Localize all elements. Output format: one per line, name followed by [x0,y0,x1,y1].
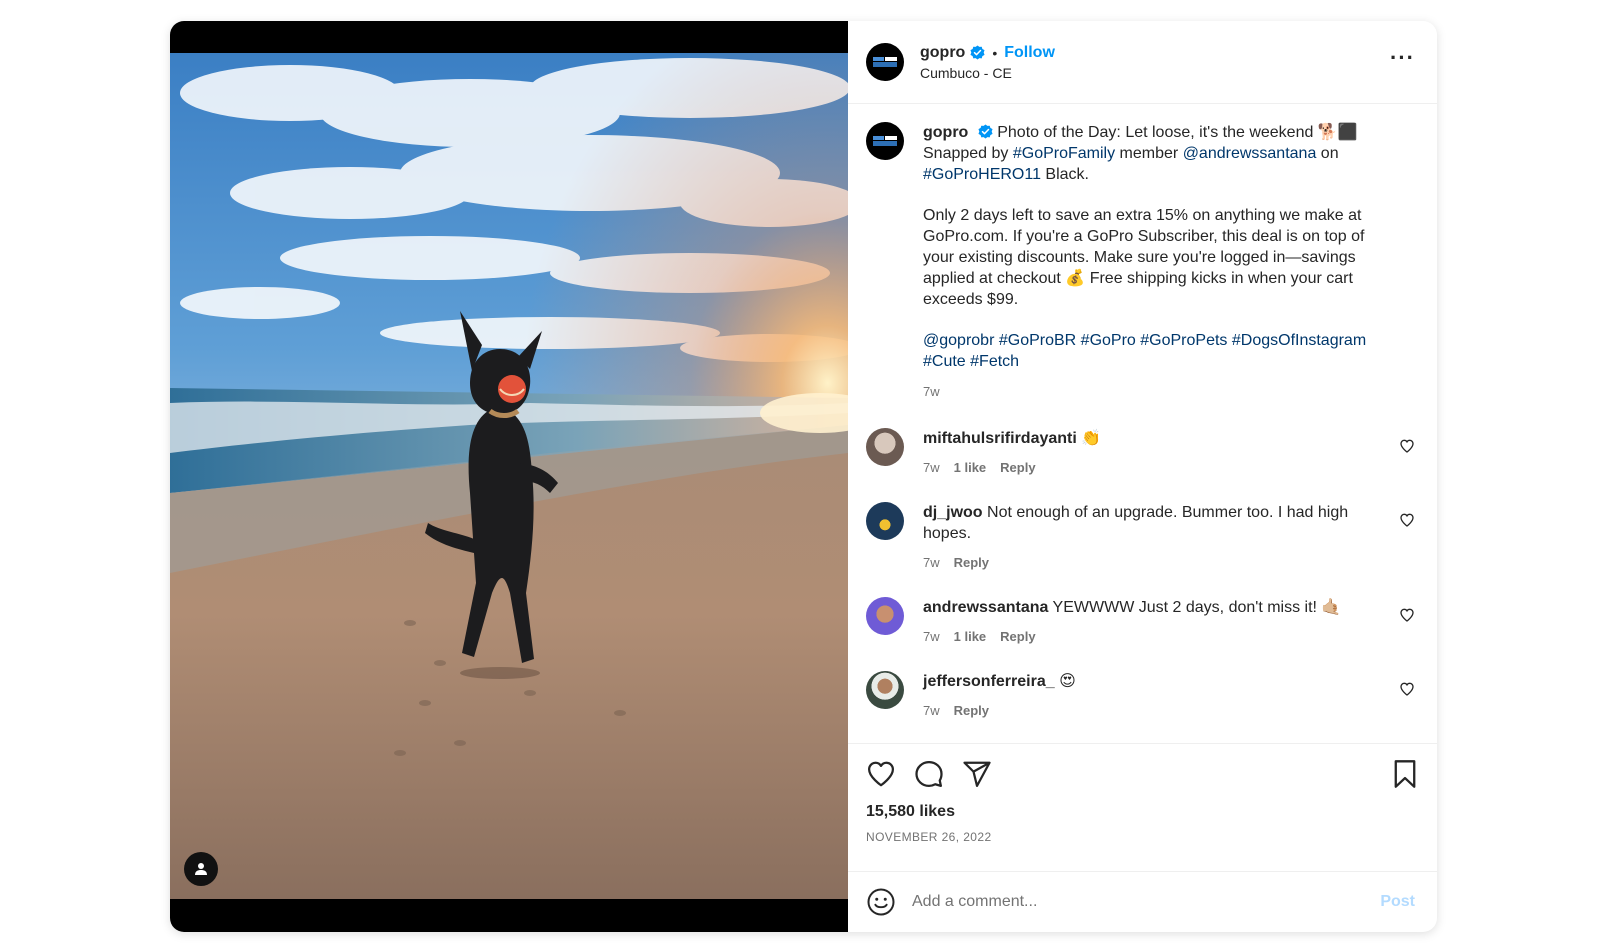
caption-text: member [1115,145,1183,162]
comment-meta: 7w 1 like Reply [923,626,1373,647]
caption-username[interactable]: gopro [923,124,968,141]
hashtag-link[interactable]: #GoPro [1081,332,1136,349]
comment-meta: 7w Reply [923,552,1373,573]
commenter-avatar[interactable] [866,428,904,466]
caption-line-1: Photo of the Day: Let loose, it's the we… [997,124,1358,141]
post-photo[interactable] [170,53,848,899]
reply-button[interactable]: Reply [954,552,989,573]
post-actions: 15,580 likes NOVEMBER 26, 2022 [848,743,1437,871]
verified-badge-icon [978,124,993,139]
post-media [170,21,848,932]
gopro-logo-icon [872,135,898,147]
comment-item: miftahulsrifirdayanti 👏 7w 1 like Reply [866,428,1419,478]
comment-text: YEWWWW Just 2 days, don't miss it! 🤙🏼 [1052,599,1342,616]
comment-heart-icon[interactable] [1399,607,1415,623]
caption-text: Snapped by [923,145,1013,162]
caption-time[interactable]: 7w [923,381,1391,402]
commenter-username[interactable]: jeffersonferreira_ [923,673,1055,690]
comment-time[interactable]: 7w [923,457,940,478]
commenter-avatar[interactable] [866,597,904,635]
commenter-avatar[interactable] [866,671,904,709]
follow-button[interactable]: Follow [1004,44,1055,62]
reply-button[interactable]: Reply [954,700,989,721]
verified-badge-icon [970,45,985,60]
hashtag-link[interactable]: #Fetch [970,353,1019,370]
comment-like-count[interactable]: 1 like [954,457,987,478]
like-count[interactable]: 15,580 likes [866,803,1419,821]
comment-time[interactable]: 7w [923,626,940,647]
comment-text: Not enough of an upgrade. Bummer too. I … [923,504,1349,542]
comment-time[interactable]: 7w [923,552,940,573]
comments-scroll[interactable]: gopro Photo of the Day: Let loose, it's … [848,104,1437,743]
header-line: gopro • Follow [920,44,1055,62]
comment-body: jeffersonferreira_ 😍 7w Reply [923,671,1373,721]
share-icon[interactable] [962,759,992,789]
comment-time[interactable]: 7w [923,700,940,721]
post-panel: gopro • Follow Cumbuco - CE ··· gopro Ph… [848,21,1437,932]
caption-paragraph-2: Only 2 days left to save an extra 15% on… [923,207,1365,308]
caption-body: gopro Photo of the Day: Let loose, it's … [923,122,1391,402]
caption-paragraph-1: gopro Photo of the Day: Let loose, it's … [923,122,1391,185]
mention-link[interactable]: @goprobr [923,332,994,349]
post-comment-button[interactable]: Post [1380,893,1415,911]
comment-text: 👏 [1081,430,1102,447]
comment-text-line: andrewssantana YEWWWW Just 2 days, don't… [923,597,1373,618]
hashtag-link[interactable]: #DogsOfInstagram [1232,332,1366,349]
comment-body: dj_jwoo Not enough of an upgrade. Bummer… [923,502,1373,573]
comment-meta: 7w Reply [923,700,1373,721]
comment-item: jeffersonferreira_ 😍 7w Reply [866,671,1419,721]
comment-item: andrewssantana YEWWWW Just 2 days, don't… [866,597,1419,647]
hashtag-link[interactable]: #GoProHERO11 [923,166,1041,183]
comment-body: miftahulsrifirdayanti 👏 7w 1 like Reply [923,428,1373,478]
comment-like-count[interactable]: 1 like [954,626,987,647]
comment-text-line: jeffersonferreira_ 😍 [923,671,1373,692]
caption-text: on [1316,145,1339,162]
hashtag-link[interactable]: #GoProBR [999,332,1076,349]
bookmark-icon[interactable] [1391,759,1419,789]
post-location[interactable]: Cumbuco - CE [920,65,1055,81]
hashtag-link[interactable]: #GoProFamily [1013,145,1115,162]
comment-heart-icon[interactable] [1399,438,1415,454]
more-options-icon[interactable]: ··· [1390,47,1415,69]
author-avatar[interactable] [866,43,904,81]
caption-hashtags: @goprobr #GoProBR #GoPro #GoProPets #Dog… [923,330,1391,372]
reply-button[interactable]: Reply [1000,457,1035,478]
commenter-username[interactable]: miftahulsrifirdayanti [923,430,1077,447]
comment-text-line: dj_jwoo Not enough of an upgrade. Bummer… [923,502,1373,544]
reply-button[interactable]: Reply [1000,626,1035,647]
author-username[interactable]: gopro [920,44,965,62]
commenter-username[interactable]: dj_jwoo [923,504,983,521]
post-date: NOVEMBER 26, 2022 [866,830,992,844]
post-card: gopro • Follow Cumbuco - CE ··· gopro Ph… [170,21,1437,932]
comment-body: andrewssantana YEWWWW Just 2 days, don't… [923,597,1373,647]
comment-item: dj_jwoo Not enough of an upgrade. Bummer… [866,502,1419,573]
comment-input[interactable]: Add a comment... [912,893,1037,911]
hashtag-link[interactable]: #Cute [923,353,966,370]
action-icons [866,758,1419,790]
separator-dot: • [992,44,998,61]
heart-icon[interactable] [866,759,896,789]
tagged-users-button[interactable] [184,852,218,886]
add-comment-bar: Add a comment... Post [848,871,1437,932]
comment-heart-icon[interactable] [1399,681,1415,697]
comment-meta: 7w 1 like Reply [923,457,1373,478]
comment-heart-icon[interactable] [1399,512,1415,528]
commenter-avatar[interactable] [866,502,904,540]
emoji-icon[interactable] [866,887,896,917]
hashtag-link[interactable]: #GoProPets [1140,332,1227,349]
user-icon [195,863,207,875]
caption: gopro Photo of the Day: Let loose, it's … [866,122,1419,402]
gopro-logo-icon [872,56,898,68]
comment-text: 😍 [1059,673,1076,690]
comment-icon[interactable] [914,759,944,789]
caption-text: Black. [1040,166,1089,183]
mention-link[interactable]: @andrewssantana [1183,145,1317,162]
post-header: gopro • Follow Cumbuco - CE ··· [848,21,1437,104]
commenter-username[interactable]: andrewssantana [923,599,1048,616]
comment-text-line: miftahulsrifirdayanti 👏 [923,428,1373,449]
header-text: gopro • Follow Cumbuco - CE [920,44,1055,81]
caption-avatar[interactable] [866,122,904,160]
